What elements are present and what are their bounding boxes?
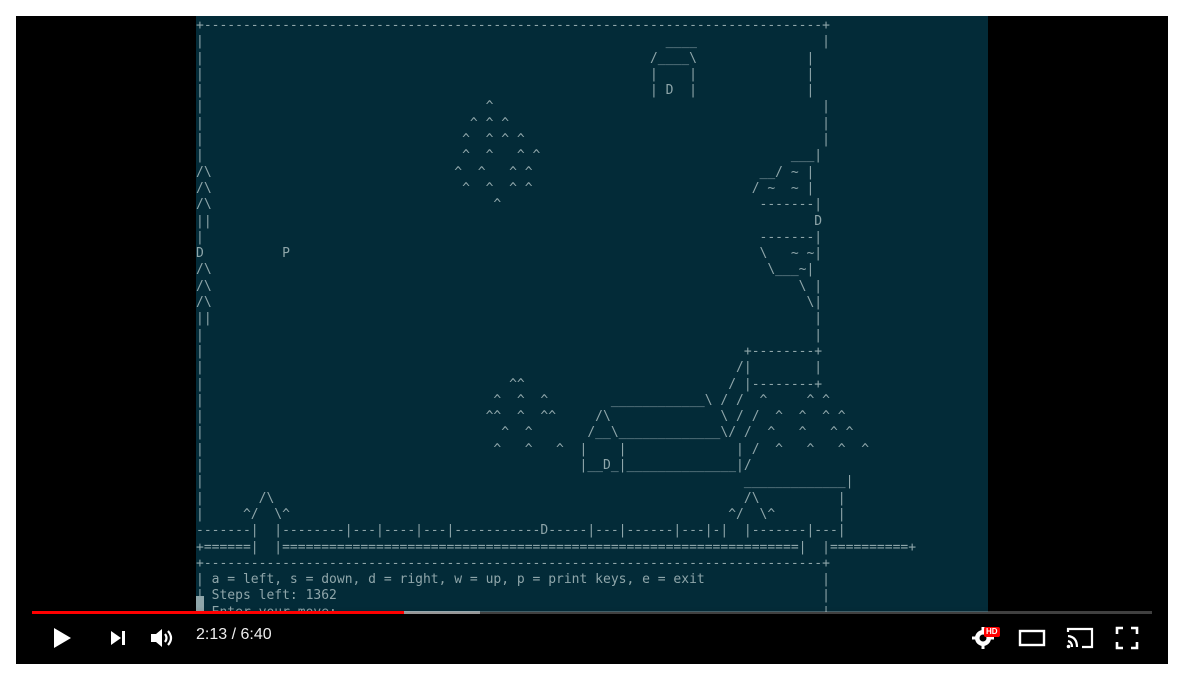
video-player[interactable]: +---------------------------------------… <box>16 16 1168 664</box>
volume-icon <box>151 629 173 647</box>
cast-icon <box>1066 627 1094 649</box>
next-icon <box>111 631 125 645</box>
progress-played <box>32 611 405 614</box>
play-icon <box>54 628 71 648</box>
fullscreen-button[interactable] <box>1110 623 1144 653</box>
play-button[interactable] <box>46 623 78 653</box>
theater-mode-button[interactable] <box>1016 623 1048 653</box>
video-frame[interactable]: +---------------------------------------… <box>196 16 988 612</box>
terminal-screen: +---------------------------------------… <box>196 18 917 612</box>
progress-bar[interactable] <box>32 611 1152 614</box>
hd-badge: HD <box>984 627 1000 637</box>
volume-button[interactable] <box>146 623 180 653</box>
cast-button[interactable] <box>1062 623 1098 653</box>
fullscreen-icon <box>1115 626 1139 650</box>
time-display: 2:13 / 6:40 <box>196 626 272 643</box>
next-button[interactable] <box>102 623 134 653</box>
theater-mode-icon <box>1018 629 1046 647</box>
